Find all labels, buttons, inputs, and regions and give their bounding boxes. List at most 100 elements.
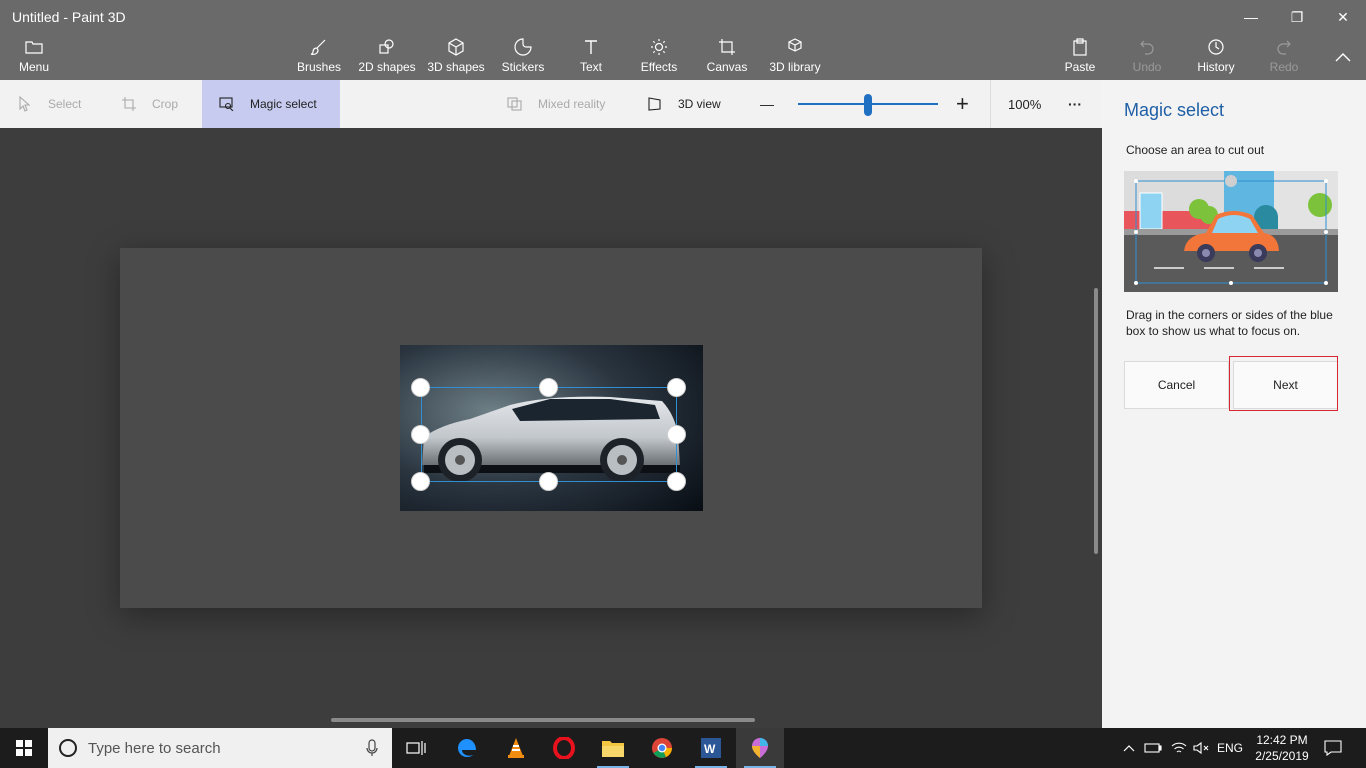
chrome-app[interactable] xyxy=(638,728,686,768)
sun-icon xyxy=(648,36,670,58)
chrome-icon xyxy=(652,738,672,758)
brushes-tool[interactable]: Brushes xyxy=(296,36,342,80)
3d-library-icon xyxy=(784,36,806,58)
clock[interactable]: 12:42 PM 2/25/2019 xyxy=(1250,728,1314,768)
windows-icon xyxy=(16,740,32,756)
canvas-label: Canvas xyxy=(706,60,748,74)
effects-label: Effects xyxy=(640,60,678,74)
volume-button[interactable] xyxy=(1190,728,1212,768)
show-hidden-icons-button[interactable] xyxy=(1120,728,1138,768)
mixed-reality-icon xyxy=(506,95,524,113)
panel-description: Drag in the corners or sides of the blue… xyxy=(1126,308,1333,338)
magic-select-tool[interactable]: Magic select xyxy=(202,80,340,128)
wifi-icon xyxy=(1171,742,1187,753)
paint-3d-app[interactable] xyxy=(736,728,784,768)
handle-bottom-right[interactable] xyxy=(667,472,686,491)
handle-top[interactable] xyxy=(539,378,558,397)
handle-bottom-left[interactable] xyxy=(411,472,430,491)
crop-tool[interactable]: Crop xyxy=(120,80,190,128)
paste-label: Paste xyxy=(1064,60,1096,74)
cortana-icon xyxy=(59,739,77,757)
vlc-app[interactable] xyxy=(492,728,540,768)
redo-button[interactable]: Redo xyxy=(1268,36,1300,80)
collapse-ribbon-button[interactable] xyxy=(1320,44,1366,70)
handle-left[interactable] xyxy=(411,425,430,444)
3d-library-tool[interactable]: 3D library xyxy=(766,36,824,80)
toolbar-divider xyxy=(990,80,991,128)
sticker-icon xyxy=(512,36,534,58)
3d-library-label: 3D library xyxy=(769,60,821,74)
microphone-icon[interactable] xyxy=(366,739,378,757)
menu-button[interactable]: Menu xyxy=(16,36,52,80)
taskbar-search[interactable]: Type here to search xyxy=(48,728,392,768)
2d-shapes-tool[interactable]: 2D shapes xyxy=(358,36,416,80)
clock-time: 12:42 PM xyxy=(1256,733,1308,747)
folder-icon xyxy=(602,741,624,757)
undo-button[interactable]: Undo xyxy=(1130,36,1164,80)
zoom-in-button[interactable]: + xyxy=(956,80,976,128)
clock-date: 2/25/2019 xyxy=(1255,749,1309,763)
select-label: Select xyxy=(48,97,82,111)
start-button[interactable] xyxy=(0,728,48,768)
battery-button[interactable] xyxy=(1142,728,1164,768)
3d-view-toggle[interactable]: 3D view xyxy=(646,80,730,128)
edge-icon xyxy=(458,739,476,757)
vlc-icon xyxy=(508,738,524,758)
window-title: Untitled - Paint 3D xyxy=(12,9,126,25)
close-button[interactable]: ✕ xyxy=(1320,4,1366,30)
canvas-tool[interactable]: Canvas xyxy=(706,36,748,80)
zoom-level[interactable]: 100% xyxy=(1008,80,1048,128)
brushes-label: Brushes xyxy=(296,60,342,74)
action-center-button[interactable] xyxy=(1318,728,1348,768)
minimize-button[interactable]: — xyxy=(1228,4,1274,30)
handle-bottom[interactable] xyxy=(539,472,558,491)
chevron-up-icon xyxy=(1335,53,1351,62)
vertical-scrollbar[interactable] xyxy=(1094,288,1098,554)
effects-tool[interactable]: Effects xyxy=(638,36,680,80)
canvas-icon xyxy=(716,36,738,58)
file-explorer-app[interactable] xyxy=(589,728,637,768)
panel-title: Magic select xyxy=(1124,100,1225,120)
text-tool[interactable]: Text xyxy=(574,36,608,80)
stickers-label: Stickers xyxy=(501,60,545,74)
crop-label: Crop xyxy=(152,97,179,111)
maximize-button[interactable]: ❐ xyxy=(1274,4,1320,30)
paste-button[interactable]: Paste xyxy=(1064,36,1096,80)
illustration-image xyxy=(1124,171,1338,292)
opera-icon xyxy=(553,737,575,759)
3d-shapes-label: 3D shapes xyxy=(427,60,485,74)
edge-app[interactable] xyxy=(443,728,491,768)
word-app[interactable]: W xyxy=(687,728,735,768)
folder-icon xyxy=(23,36,45,58)
stickers-tool[interactable]: Stickers xyxy=(500,36,546,80)
handle-top-right[interactable] xyxy=(667,378,686,397)
select-tool[interactable]: Select xyxy=(16,80,96,128)
opera-app[interactable] xyxy=(540,728,588,768)
magic-select-box[interactable] xyxy=(421,387,677,482)
title-ribbon-bar: Untitled - Paint 3D — ❐ ✕ Menu Brushes 2… xyxy=(0,0,1366,80)
more-options-button[interactable]: ··· xyxy=(1068,80,1088,128)
3d-shapes-tool[interactable]: 3D shapes xyxy=(426,36,486,80)
history-icon xyxy=(1205,36,1227,58)
handle-top-left[interactable] xyxy=(411,378,430,397)
history-button[interactable]: History xyxy=(1194,36,1238,80)
handle-right[interactable] xyxy=(667,425,686,444)
brush-icon xyxy=(308,36,330,58)
next-button-highlight xyxy=(1229,356,1338,411)
menu-label: Menu xyxy=(18,60,50,74)
word-icon: W xyxy=(701,738,721,758)
task-view-button[interactable] xyxy=(392,728,440,768)
language-indicator[interactable]: ENG xyxy=(1214,728,1246,768)
search-placeholder: Type here to search xyxy=(88,739,221,757)
zoom-slider-thumb[interactable] xyxy=(864,94,872,116)
magic-select-label: Magic select xyxy=(250,97,317,111)
chevron-up-icon xyxy=(1123,745,1135,752)
2d-shapes-label: 2D shapes xyxy=(358,60,416,74)
task-view-icon xyxy=(406,741,426,755)
mixed-reality-button[interactable]: Mixed reality xyxy=(506,80,616,128)
cancel-button[interactable]: Cancel xyxy=(1124,361,1229,409)
horizontal-scrollbar[interactable] xyxy=(331,718,755,722)
wifi-button[interactable] xyxy=(1168,728,1190,768)
zoom-out-button[interactable]: — xyxy=(760,80,780,128)
mixed-reality-label: Mixed reality xyxy=(538,97,606,111)
